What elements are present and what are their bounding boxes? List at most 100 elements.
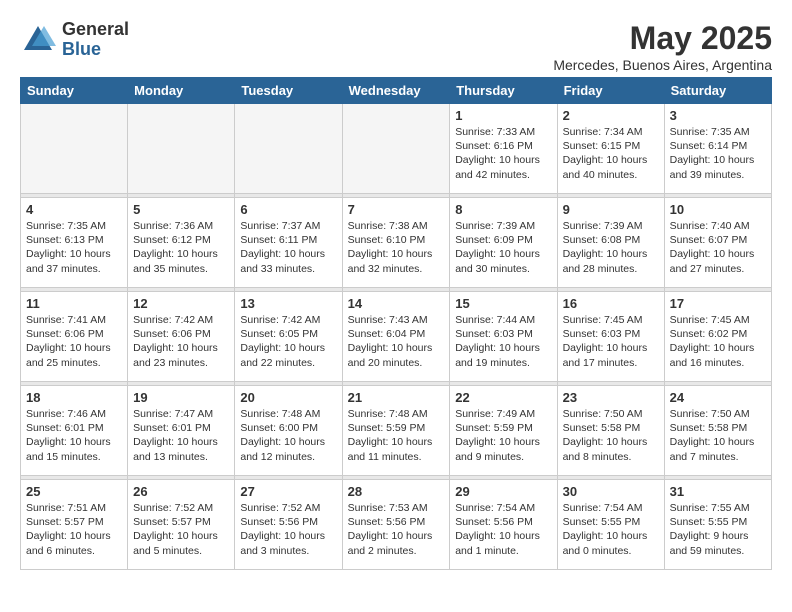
calendar-header-row: Sunday Monday Tuesday Wednesday Thursday… bbox=[21, 78, 772, 104]
calendar-cell bbox=[342, 104, 450, 194]
daylight: Daylight: 10 hours and 12 minutes. bbox=[240, 436, 325, 462]
day-info: Sunrise: 7:39 AM Sunset: 6:08 PM Dayligh… bbox=[563, 219, 659, 276]
calendar-week-2: 4 Sunrise: 7:35 AM Sunset: 6:13 PM Dayli… bbox=[21, 198, 772, 288]
sunset: Sunset: 6:05 PM bbox=[240, 328, 318, 340]
sunrise: Sunrise: 7:38 AM bbox=[348, 220, 428, 232]
calendar-cell: 9 Sunrise: 7:39 AM Sunset: 6:08 PM Dayli… bbox=[557, 198, 664, 288]
daylight: Daylight: 10 hours and 15 minutes. bbox=[26, 436, 111, 462]
calendar-cell: 12 Sunrise: 7:42 AM Sunset: 6:06 PM Dayl… bbox=[128, 292, 235, 382]
day-number: 4 bbox=[26, 202, 122, 217]
day-info: Sunrise: 7:49 AM Sunset: 5:59 PM Dayligh… bbox=[455, 407, 551, 464]
calendar-cell: 23 Sunrise: 7:50 AM Sunset: 5:58 PM Dayl… bbox=[557, 386, 664, 476]
calendar-cell bbox=[128, 104, 235, 194]
daylight: Daylight: 10 hours and 32 minutes. bbox=[348, 248, 433, 274]
sunrise: Sunrise: 7:55 AM bbox=[670, 502, 750, 514]
day-number: 25 bbox=[26, 484, 122, 499]
day-number: 2 bbox=[563, 108, 659, 123]
daylight: Daylight: 10 hours and 33 minutes. bbox=[240, 248, 325, 274]
daylight: Daylight: 10 hours and 23 minutes. bbox=[133, 342, 218, 368]
day-number: 7 bbox=[348, 202, 445, 217]
sunset: Sunset: 6:03 PM bbox=[455, 328, 533, 340]
calendar-cell: 13 Sunrise: 7:42 AM Sunset: 6:05 PM Dayl… bbox=[235, 292, 342, 382]
page-header: General Blue May 2025 Mercedes, Buenos A… bbox=[20, 20, 772, 73]
day-info: Sunrise: 7:41 AM Sunset: 6:06 PM Dayligh… bbox=[26, 313, 122, 370]
calendar-cell: 25 Sunrise: 7:51 AM Sunset: 5:57 PM Dayl… bbox=[21, 480, 128, 570]
col-tuesday: Tuesday bbox=[235, 78, 342, 104]
calendar-cell: 24 Sunrise: 7:50 AM Sunset: 5:58 PM Dayl… bbox=[664, 386, 771, 476]
sunset: Sunset: 6:00 PM bbox=[240, 422, 318, 434]
sunrise: Sunrise: 7:54 AM bbox=[455, 502, 535, 514]
sunrise: Sunrise: 7:48 AM bbox=[348, 408, 428, 420]
day-number: 24 bbox=[670, 390, 766, 405]
sunset: Sunset: 6:16 PM bbox=[455, 140, 533, 152]
sunset: Sunset: 5:59 PM bbox=[455, 422, 533, 434]
day-info: Sunrise: 7:45 AM Sunset: 6:03 PM Dayligh… bbox=[563, 313, 659, 370]
day-info: Sunrise: 7:48 AM Sunset: 5:59 PM Dayligh… bbox=[348, 407, 445, 464]
sunset: Sunset: 5:56 PM bbox=[348, 516, 426, 528]
day-number: 17 bbox=[670, 296, 766, 311]
calendar-week-5: 25 Sunrise: 7:51 AM Sunset: 5:57 PM Dayl… bbox=[21, 480, 772, 570]
calendar-week-4: 18 Sunrise: 7:46 AM Sunset: 6:01 PM Dayl… bbox=[21, 386, 772, 476]
sunset: Sunset: 5:55 PM bbox=[563, 516, 641, 528]
sunset: Sunset: 5:57 PM bbox=[133, 516, 211, 528]
sunrise: Sunrise: 7:45 AM bbox=[670, 314, 750, 326]
calendar-cell: 2 Sunrise: 7:34 AM Sunset: 6:15 PM Dayli… bbox=[557, 104, 664, 194]
day-info: Sunrise: 7:53 AM Sunset: 5:56 PM Dayligh… bbox=[348, 501, 445, 558]
sunset: Sunset: 6:02 PM bbox=[670, 328, 748, 340]
day-info: Sunrise: 7:50 AM Sunset: 5:58 PM Dayligh… bbox=[670, 407, 766, 464]
daylight: Daylight: 10 hours and 3 minutes. bbox=[240, 530, 325, 556]
calendar-week-3: 11 Sunrise: 7:41 AM Sunset: 6:06 PM Dayl… bbox=[21, 292, 772, 382]
col-thursday: Thursday bbox=[450, 78, 557, 104]
day-info: Sunrise: 7:47 AM Sunset: 6:01 PM Dayligh… bbox=[133, 407, 229, 464]
daylight: Daylight: 10 hours and 7 minutes. bbox=[670, 436, 755, 462]
sunrise: Sunrise: 7:43 AM bbox=[348, 314, 428, 326]
calendar-cell: 6 Sunrise: 7:37 AM Sunset: 6:11 PM Dayli… bbox=[235, 198, 342, 288]
calendar-cell: 5 Sunrise: 7:36 AM Sunset: 6:12 PM Dayli… bbox=[128, 198, 235, 288]
calendar-cell: 8 Sunrise: 7:39 AM Sunset: 6:09 PM Dayli… bbox=[450, 198, 557, 288]
calendar-cell: 19 Sunrise: 7:47 AM Sunset: 6:01 PM Dayl… bbox=[128, 386, 235, 476]
sunrise: Sunrise: 7:42 AM bbox=[133, 314, 213, 326]
day-number: 21 bbox=[348, 390, 445, 405]
day-info: Sunrise: 7:35 AM Sunset: 6:14 PM Dayligh… bbox=[670, 125, 766, 182]
sunrise: Sunrise: 7:37 AM bbox=[240, 220, 320, 232]
sunset: Sunset: 5:59 PM bbox=[348, 422, 426, 434]
sunset: Sunset: 5:58 PM bbox=[563, 422, 641, 434]
sunset: Sunset: 6:14 PM bbox=[670, 140, 748, 152]
day-number: 8 bbox=[455, 202, 551, 217]
calendar-cell: 30 Sunrise: 7:54 AM Sunset: 5:55 PM Dayl… bbox=[557, 480, 664, 570]
sunrise: Sunrise: 7:47 AM bbox=[133, 408, 213, 420]
daylight: Daylight: 10 hours and 19 minutes. bbox=[455, 342, 540, 368]
daylight: Daylight: 10 hours and 20 minutes. bbox=[348, 342, 433, 368]
sunset: Sunset: 6:07 PM bbox=[670, 234, 748, 246]
day-number: 1 bbox=[455, 108, 551, 123]
location-subtitle: Mercedes, Buenos Aires, Argentina bbox=[553, 57, 772, 73]
sunset: Sunset: 6:06 PM bbox=[133, 328, 211, 340]
day-info: Sunrise: 7:55 AM Sunset: 5:55 PM Dayligh… bbox=[670, 501, 766, 558]
day-info: Sunrise: 7:42 AM Sunset: 6:06 PM Dayligh… bbox=[133, 313, 229, 370]
calendar-week-1: 1 Sunrise: 7:33 AM Sunset: 6:16 PM Dayli… bbox=[21, 104, 772, 194]
day-info: Sunrise: 7:54 AM Sunset: 5:55 PM Dayligh… bbox=[563, 501, 659, 558]
day-info: Sunrise: 7:38 AM Sunset: 6:10 PM Dayligh… bbox=[348, 219, 445, 276]
col-wednesday: Wednesday bbox=[342, 78, 450, 104]
sunset: Sunset: 6:15 PM bbox=[563, 140, 641, 152]
sunrise: Sunrise: 7:36 AM bbox=[133, 220, 213, 232]
calendar-cell: 3 Sunrise: 7:35 AM Sunset: 6:14 PM Dayli… bbox=[664, 104, 771, 194]
sunrise: Sunrise: 7:45 AM bbox=[563, 314, 643, 326]
daylight: Daylight: 10 hours and 35 minutes. bbox=[133, 248, 218, 274]
day-info: Sunrise: 7:33 AM Sunset: 6:16 PM Dayligh… bbox=[455, 125, 551, 182]
day-info: Sunrise: 7:36 AM Sunset: 6:12 PM Dayligh… bbox=[133, 219, 229, 276]
sunset: Sunset: 6:06 PM bbox=[26, 328, 104, 340]
sunset: Sunset: 6:01 PM bbox=[133, 422, 211, 434]
sunrise: Sunrise: 7:50 AM bbox=[563, 408, 643, 420]
sunrise: Sunrise: 7:48 AM bbox=[240, 408, 320, 420]
daylight: Daylight: 10 hours and 0 minutes. bbox=[563, 530, 648, 556]
daylight: Daylight: 10 hours and 30 minutes. bbox=[455, 248, 540, 274]
sunset: Sunset: 6:04 PM bbox=[348, 328, 426, 340]
sunrise: Sunrise: 7:54 AM bbox=[563, 502, 643, 514]
day-number: 14 bbox=[348, 296, 445, 311]
day-number: 18 bbox=[26, 390, 122, 405]
calendar-cell: 1 Sunrise: 7:33 AM Sunset: 6:16 PM Dayli… bbox=[450, 104, 557, 194]
day-info: Sunrise: 7:44 AM Sunset: 6:03 PM Dayligh… bbox=[455, 313, 551, 370]
calendar-cell: 7 Sunrise: 7:38 AM Sunset: 6:10 PM Dayli… bbox=[342, 198, 450, 288]
day-info: Sunrise: 7:43 AM Sunset: 6:04 PM Dayligh… bbox=[348, 313, 445, 370]
